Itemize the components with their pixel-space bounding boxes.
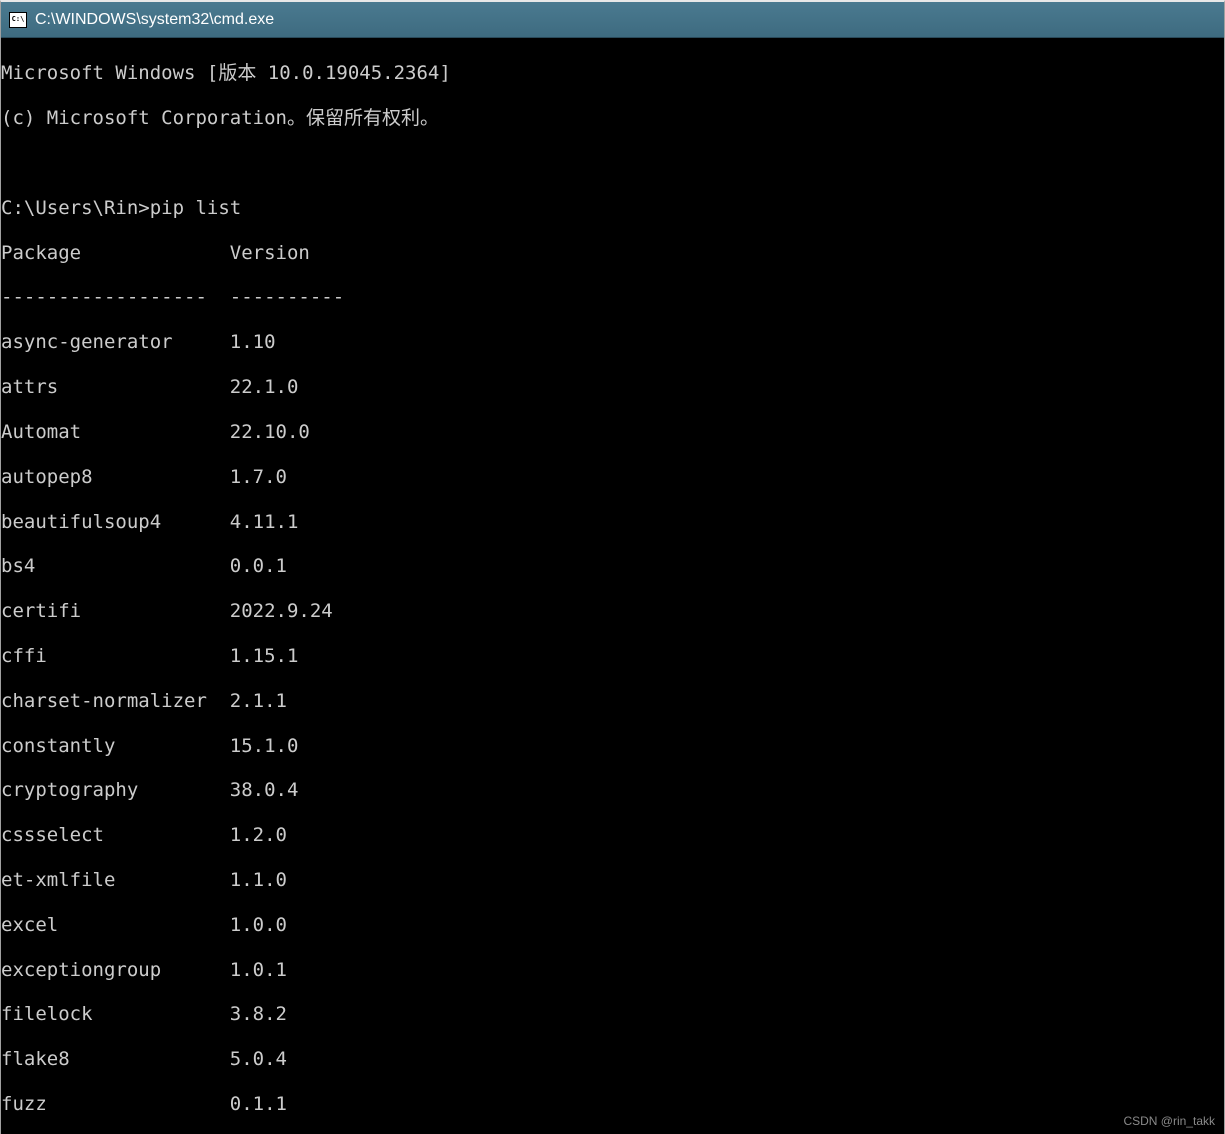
table-row: autopep81.7.0 [1, 466, 1224, 488]
package-name: cryptography [1, 779, 230, 801]
table-row: cryptography38.0.4 [1, 779, 1224, 801]
package-version: 22.10.0 [230, 421, 310, 443]
header-version: Version [230, 242, 310, 264]
table-row: async-generator1.10 [1, 331, 1224, 353]
prompt-line: C:\Users\Rin>pip list [1, 197, 1224, 219]
package-name: beautifulsoup4 [1, 511, 230, 533]
os-version-line: Microsoft Windows [版本 10.0.19045.2364] [1, 62, 1224, 84]
cmd-icon: C:\ [9, 12, 27, 28]
table-row: fuzz0.1.1 [1, 1093, 1224, 1115]
package-version: 3.8.2 [230, 1003, 287, 1025]
window-title: C:\WINDOWS\system32\cmd.exe [35, 11, 274, 29]
table-divider: ---------------------------- [1, 286, 1224, 308]
table-row: beautifulsoup44.11.1 [1, 511, 1224, 533]
package-version: 1.1.0 [230, 869, 287, 891]
package-version: 38.0.4 [230, 779, 299, 801]
package-name: exceptiongroup [1, 959, 230, 981]
window-titlebar[interactable]: C:\ C:\WINDOWS\system32\cmd.exe [1, 2, 1224, 38]
package-version: 22.1.0 [230, 376, 299, 398]
watermark: CSDN @rin_takk [1123, 1114, 1215, 1128]
package-name: Automat [1, 421, 230, 443]
package-name: flake8 [1, 1048, 230, 1070]
divider-package: ------------------ [1, 286, 230, 308]
package-version: 2.1.1 [230, 690, 287, 712]
table-row: excel1.0.0 [1, 914, 1224, 936]
table-row: bs40.0.1 [1, 555, 1224, 577]
header-package: Package [1, 242, 230, 264]
table-row: constantly15.1.0 [1, 735, 1224, 757]
blank-line [1, 152, 1224, 174]
table-row: filelock3.8.2 [1, 1003, 1224, 1025]
table-row: attrs22.1.0 [1, 376, 1224, 398]
table-row: flake85.0.4 [1, 1048, 1224, 1070]
package-name: fuzz [1, 1093, 230, 1115]
package-version: 1.0.0 [230, 914, 287, 936]
table-row: charset-normalizer2.1.1 [1, 690, 1224, 712]
package-version: 1.15.1 [230, 645, 299, 667]
package-version: 4.11.1 [230, 511, 299, 533]
table-row: Automat22.10.0 [1, 421, 1224, 443]
divider-version: ---------- [230, 286, 344, 308]
table-row: certifi2022.9.24 [1, 600, 1224, 622]
window-frame: C:\ C:\WINDOWS\system32\cmd.exe Microsof… [0, 0, 1225, 1134]
table-row: cssselect1.2.0 [1, 824, 1224, 846]
package-name: bs4 [1, 555, 230, 577]
package-version: 2022.9.24 [230, 600, 333, 622]
package-name: filelock [1, 1003, 230, 1025]
package-name: certifi [1, 600, 230, 622]
table-header: PackageVersion [1, 242, 1224, 264]
package-name: cffi [1, 645, 230, 667]
package-version: 15.1.0 [230, 735, 299, 757]
package-name: cssselect [1, 824, 230, 846]
package-version: 1.0.1 [230, 959, 287, 981]
terminal-output[interactable]: Microsoft Windows [版本 10.0.19045.2364] (… [1, 38, 1224, 1134]
package-version: 1.2.0 [230, 824, 287, 846]
package-name: charset-normalizer [1, 690, 230, 712]
package-name: async-generator [1, 331, 230, 353]
package-version: 1.7.0 [230, 466, 287, 488]
package-name: constantly [1, 735, 230, 757]
package-version: 0.1.1 [230, 1093, 287, 1115]
package-version: 5.0.4 [230, 1048, 287, 1070]
copyright-line: (c) Microsoft Corporation。保留所有权利。 [1, 107, 1224, 129]
package-version: 1.10 [230, 331, 276, 353]
package-name: attrs [1, 376, 230, 398]
table-row: cffi1.15.1 [1, 645, 1224, 667]
package-name: autopep8 [1, 466, 230, 488]
package-name: et-xmlfile [1, 869, 230, 891]
package-version: 0.0.1 [230, 555, 287, 577]
table-row: exceptiongroup1.0.1 [1, 959, 1224, 981]
package-name: excel [1, 914, 230, 936]
table-row: et-xmlfile1.1.0 [1, 869, 1224, 891]
